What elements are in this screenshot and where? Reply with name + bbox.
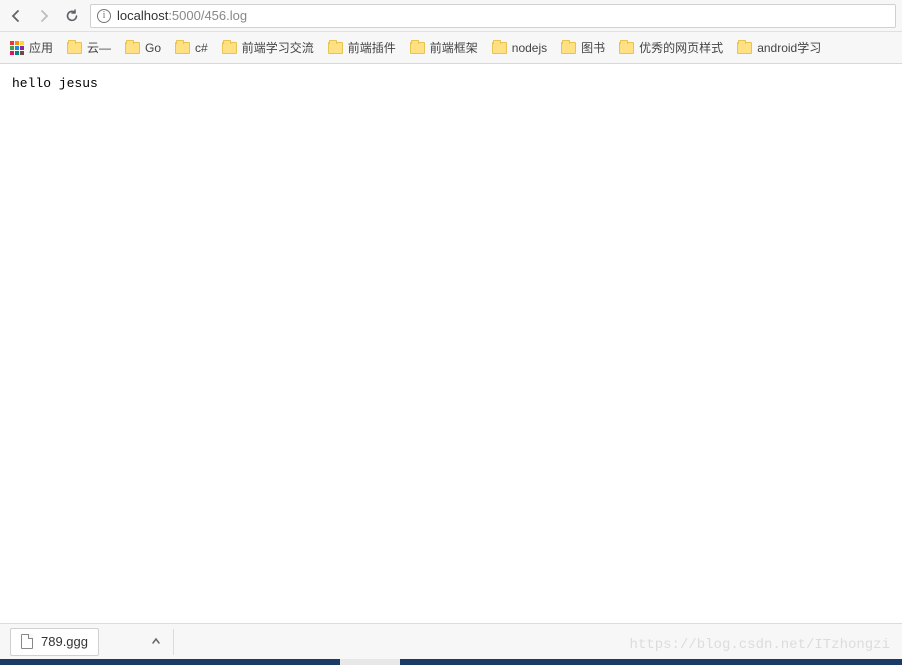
- bottom-strip: [0, 659, 902, 665]
- bookmark-folder[interactable]: 前端学习交流: [222, 39, 314, 56]
- body-text: hello jesus: [12, 76, 98, 91]
- bookmark-folder[interactable]: nodejs: [492, 41, 547, 55]
- back-button[interactable]: [6, 6, 26, 26]
- bookmark-label: 图书: [581, 39, 605, 56]
- download-item[interactable]: 789.ggg: [10, 628, 99, 656]
- address-bar[interactable]: i localhost:5000/456.log: [90, 4, 896, 28]
- folder-icon: [175, 42, 190, 54]
- download-menu-button[interactable]: [139, 629, 174, 655]
- bookmark-folder[interactable]: 云—: [67, 39, 111, 56]
- folder-icon: [492, 42, 507, 54]
- folder-icon: [125, 42, 140, 54]
- downloads-bar: 789.ggg: [0, 623, 902, 659]
- apps-label: 应用: [29, 39, 53, 56]
- bookmark-label: 优秀的网页样式: [639, 39, 723, 56]
- download-filename: 789.ggg: [41, 634, 88, 649]
- bookmark-label: nodejs: [512, 41, 547, 55]
- bookmark-label: 前端学习交流: [242, 39, 314, 56]
- apps-icon: [10, 41, 24, 55]
- folder-icon: [328, 42, 343, 54]
- url-path: :5000/456.log: [168, 8, 247, 23]
- bookmark-label: 前端插件: [348, 39, 396, 56]
- bookmarks-bar: 应用 云— Go c# 前端学习交流 前端插件 前端框架 nodejs 图书 优…: [0, 32, 902, 64]
- apps-shortcut[interactable]: 应用: [10, 39, 53, 56]
- folder-icon: [561, 42, 576, 54]
- bookmark-label: c#: [195, 41, 208, 55]
- folder-icon: [67, 42, 82, 54]
- folder-icon: [737, 42, 752, 54]
- reload-button[interactable]: [62, 6, 82, 26]
- forward-button[interactable]: [34, 6, 54, 26]
- bookmark-folder[interactable]: Go: [125, 41, 161, 55]
- bookmark-folder[interactable]: c#: [175, 41, 208, 55]
- bookmark-folder[interactable]: 图书: [561, 39, 605, 56]
- bookmark-folder[interactable]: 优秀的网页样式: [619, 39, 723, 56]
- bookmark-folder[interactable]: 前端插件: [328, 39, 396, 56]
- bookmark-folder[interactable]: android学习: [737, 39, 821, 56]
- folder-icon: [222, 42, 237, 54]
- file-icon: [21, 634, 33, 649]
- folder-icon: [410, 42, 425, 54]
- bookmark-label: Go: [145, 41, 161, 55]
- browser-toolbar: i localhost:5000/456.log: [0, 0, 902, 32]
- folder-icon: [619, 42, 634, 54]
- bookmark-label: 前端框架: [430, 39, 478, 56]
- bookmark-label: 云—: [87, 39, 111, 56]
- url-host: localhost: [117, 8, 168, 23]
- bookmark-label: android学习: [757, 39, 821, 56]
- site-info-icon[interactable]: i: [97, 9, 111, 23]
- bookmark-folder[interactable]: 前端框架: [410, 39, 478, 56]
- page-content: hello jesus: [0, 64, 902, 629]
